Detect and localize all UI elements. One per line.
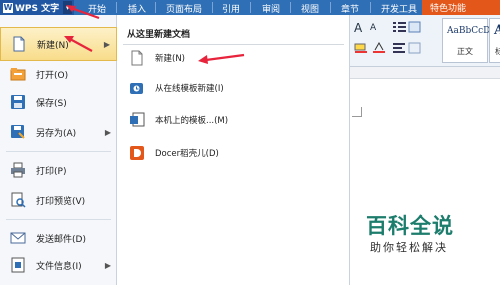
submenu-title: 从这里新建文档 xyxy=(127,30,191,40)
send-mail-icon xyxy=(10,230,26,246)
paragraph-align-icon[interactable] xyxy=(392,42,422,57)
new-document-icon xyxy=(11,36,27,52)
grow-font-button[interactable]: A xyxy=(354,21,362,35)
submenu-chevron-icon: ▶ xyxy=(104,127,111,137)
page-corner-mark xyxy=(352,107,362,117)
file-menu: 新建(N) ▶ 打开(O) 保存(S) 另存为(A) ▶ 打印(P) 打印预览(… xyxy=(0,15,117,285)
file-info-icon xyxy=(10,257,26,273)
tab-sections[interactable]: 章节 xyxy=(341,2,359,15)
style-name: 正文 xyxy=(457,47,473,56)
menu-item-print-preview[interactable]: 打印预览(V) xyxy=(0,183,117,217)
horizontal-ruler xyxy=(350,67,500,79)
menu-item-label: 文件信息(I) xyxy=(36,261,82,272)
ribbon-tab-bar: W WPS 文字 ▾ 开始 插入 页面布局 引用 审阅 视图 章节 开发工具 特… xyxy=(0,0,500,15)
watermark-subtitle: 助你轻松解决 xyxy=(370,241,448,254)
list-icon[interactable] xyxy=(392,21,422,36)
shrink-font-button[interactable]: A xyxy=(370,23,376,33)
save-icon xyxy=(10,94,26,110)
font-color-icon[interactable] xyxy=(372,41,386,57)
online-template-icon xyxy=(129,80,145,96)
submenu-item-label: 本机上的模板...(M) xyxy=(155,116,229,126)
submenu-item-label: 新建(N) xyxy=(155,54,185,64)
menu-item-label: 打印预览(V) xyxy=(36,196,86,207)
menu-item-label: 保存(S) xyxy=(36,98,67,109)
style-heading[interactable]: A 标 xyxy=(489,18,500,63)
submenu-item-local-template[interactable]: 本机上的模板...(M) xyxy=(129,109,228,131)
menu-divider xyxy=(6,151,111,152)
submenu-item-online-template[interactable]: 从在线模板新建(I) xyxy=(129,77,224,99)
tab-references[interactable]: 引用 xyxy=(222,2,240,15)
style-name: 标 xyxy=(495,47,500,56)
tab-special-features[interactable]: 特色功能 xyxy=(422,0,500,15)
wps-app-menu-button[interactable]: W WPS 文字 ▾ xyxy=(0,0,74,15)
ribbon-toolbar: A A AaBbCcDd 正文 A 标 xyxy=(350,15,500,67)
menu-item-label: 发送邮件(D) xyxy=(36,234,86,245)
tab-view[interactable]: 视图 xyxy=(301,2,319,15)
tab-insert[interactable]: 插入 xyxy=(128,2,146,15)
tab-review[interactable]: 审阅 xyxy=(262,2,280,15)
app-menu-dropdown-icon[interactable]: ▾ xyxy=(63,1,73,14)
print-preview-icon xyxy=(10,192,26,208)
submenu-item-new-blank[interactable]: 新建(N) xyxy=(129,47,185,69)
submenu-item-label: Docer稻壳儿(D) xyxy=(155,149,219,159)
tab-page-layout[interactable]: 页面布局 xyxy=(166,2,202,15)
menu-item-label: 打印(P) xyxy=(36,166,67,177)
menu-divider xyxy=(6,219,111,220)
wps-logo-icon: W xyxy=(3,2,13,13)
blank-document-icon xyxy=(129,50,145,66)
submenu-chevron-icon: ▶ xyxy=(103,39,110,49)
tab-developer[interactable]: 开发工具 xyxy=(381,2,417,15)
menu-item-print[interactable]: 打印(P) xyxy=(0,153,117,187)
save-as-icon xyxy=(10,124,26,140)
print-icon xyxy=(10,162,26,178)
submenu-divider xyxy=(123,44,344,45)
menu-item-save-as[interactable]: 另存为(A) ▶ xyxy=(0,115,117,149)
menu-item-new[interactable]: 新建(N) ▶ xyxy=(0,27,117,61)
style-normal[interactable]: AaBbCcDd 正文 xyxy=(442,18,496,63)
submenu-item-docer[interactable]: Docer稻壳儿(D) xyxy=(129,142,219,164)
docer-icon xyxy=(129,145,145,161)
open-folder-icon xyxy=(10,66,26,82)
clear-format-icon[interactable] xyxy=(354,42,368,57)
submenu-chevron-icon: ▶ xyxy=(104,260,111,270)
local-template-icon xyxy=(129,112,145,128)
submenu-item-label: 从在线模板新建(I) xyxy=(155,84,224,94)
menu-item-file-info[interactable]: 文件信息(I) ▶ xyxy=(0,248,117,282)
app-name: WPS 文字 xyxy=(15,4,60,14)
special-tab-label: 特色功能 xyxy=(430,4,467,14)
menu-item-label: 打开(O) xyxy=(36,70,69,81)
tab-home[interactable]: 开始 xyxy=(88,2,106,15)
menu-item-label: 新建(N) xyxy=(37,40,69,51)
new-submenu-panel: 从这里新建文档 新建(N) 从在线模板新建(I) 本机上的模板...(M) Do… xyxy=(117,15,350,285)
menu-item-label: 另存为(A) xyxy=(36,128,77,139)
watermark-title: 百科全说 xyxy=(366,214,454,238)
menu-item-save[interactable]: 保存(S) xyxy=(0,85,117,119)
style-sample: A xyxy=(494,23,500,38)
